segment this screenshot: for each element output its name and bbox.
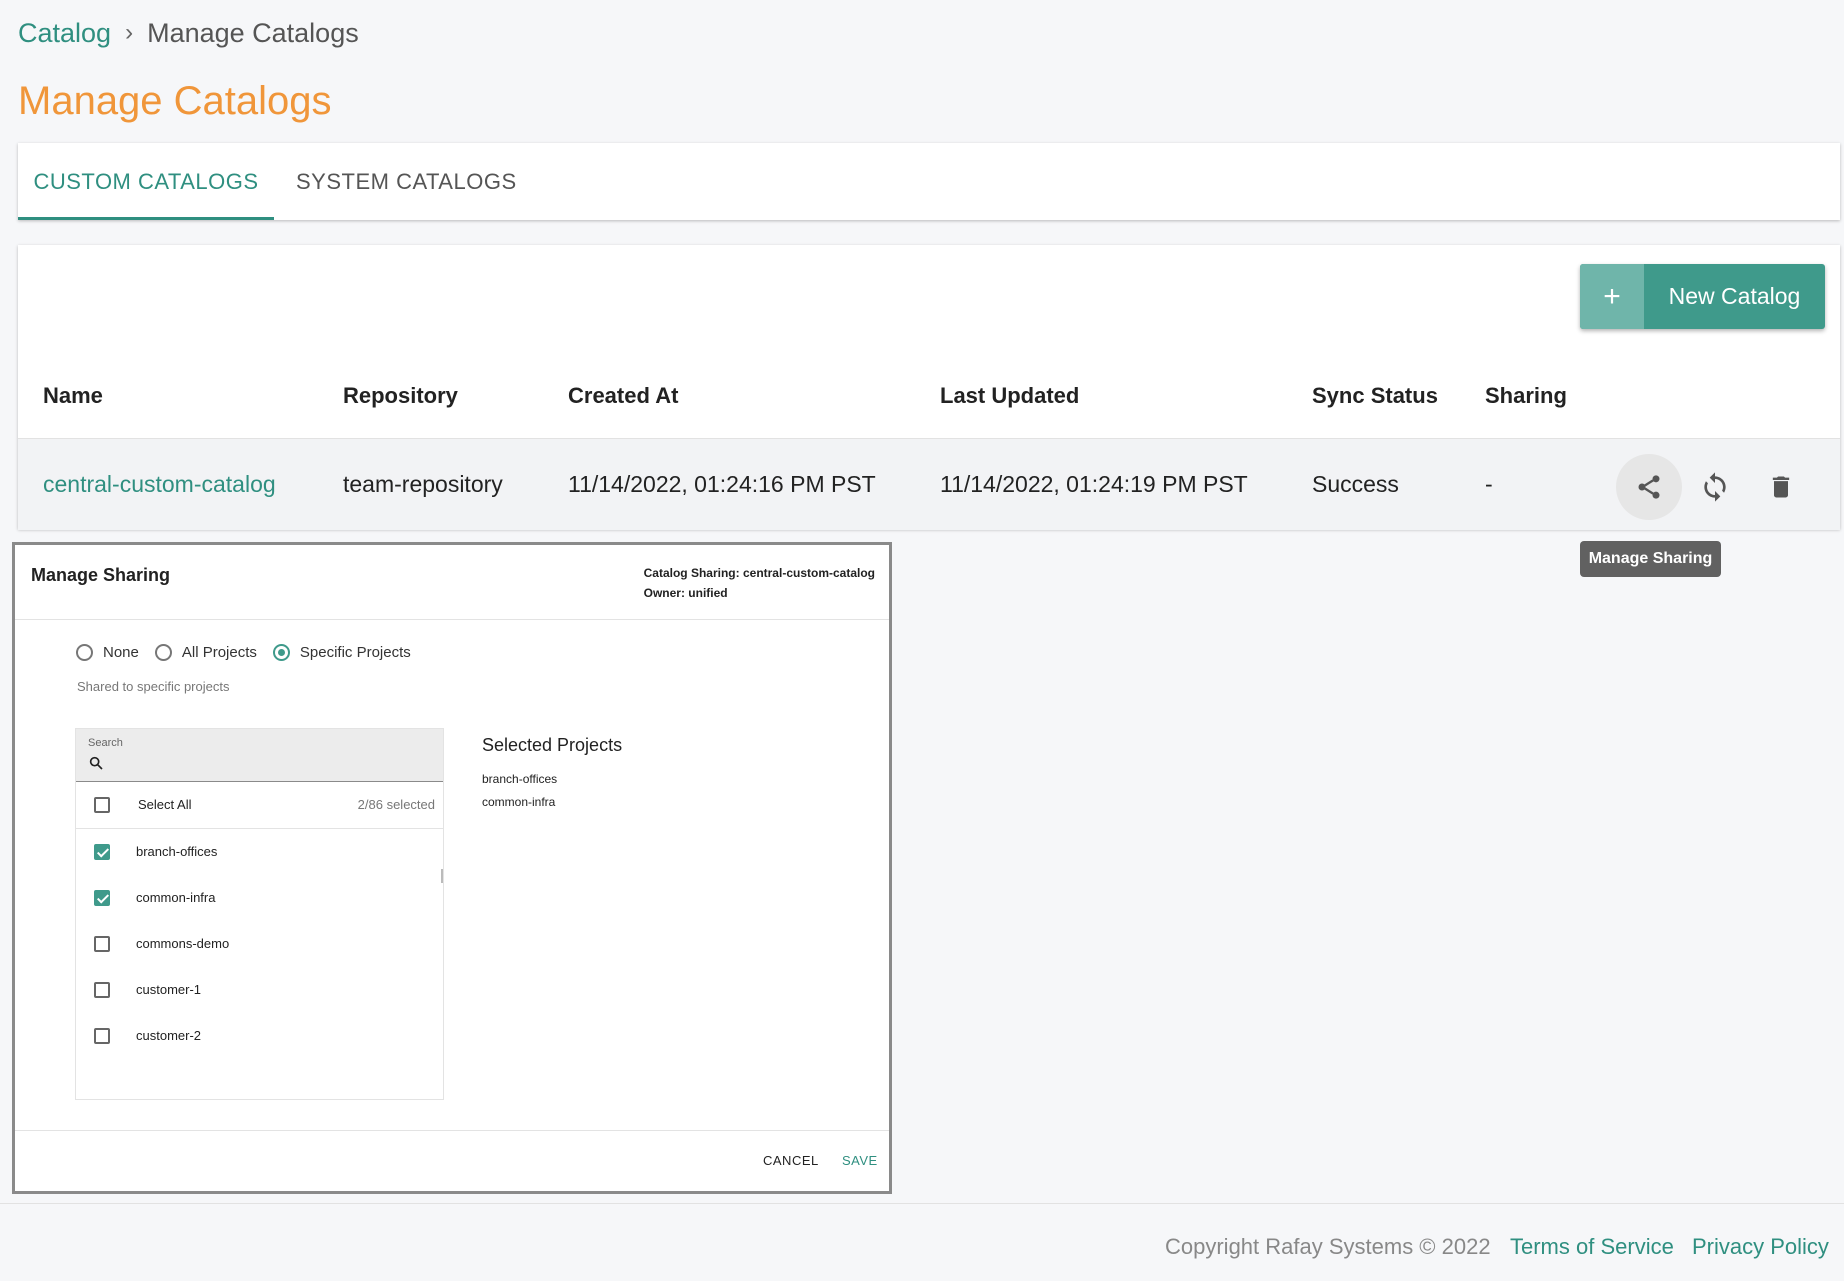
new-catalog-button[interactable]: + New Catalog [1580,264,1825,329]
tabs-bar: CUSTOM CATALOGS SYSTEM CATALOGS [18,143,1840,220]
dialog-title: Manage Sharing [31,565,171,585]
project-label[interactable]: customer-2 [136,1028,201,1043]
catalogs-table-card: + New Catalog Name Repository Created At… [18,245,1840,530]
page-footer: Copyright Rafay Systems © 2022 Terms of … [0,1203,1844,1281]
trash-icon [1772,476,1790,498]
catalog-name-link[interactable]: central-custom-catalog [43,468,276,500]
dialog-meta: Catalog Sharing: central-custom-catalog … [644,563,875,603]
column-header-sync-status[interactable]: Sync Status [1312,380,1438,412]
last-updated-cell: 11/14/2022, 01:24:19 PM PST [940,471,1248,497]
project-checkbox[interactable] [94,1028,110,1044]
radio-all-projects-label[interactable]: All Projects [182,644,257,661]
select-all-row[interactable]: Select All 2/86 selected [76,782,443,829]
selected-project-item: branch-offices [482,772,558,786]
breadcrumb-separator: › [125,19,134,46]
sync-icon [1704,472,1726,502]
owner-label: Owner: unified [643,586,728,600]
tab-custom-catalogs[interactable]: CUSTOM CATALOGS [18,143,274,220]
privacy-link[interactable]: Privacy Policy [1692,1234,1829,1260]
sharing-hint: Shared to specific projects [77,679,230,694]
new-catalog-label: New Catalog [1668,283,1801,309]
catalog-sharing-label: Catalog Sharing: central-custom-catalog [643,566,875,580]
radio-none-label[interactable]: None [103,644,139,661]
sharing-options: None All Projects Specific Projects [76,644,427,661]
copyright-text: Copyright Rafay Systems © 2022 [1165,1234,1491,1259]
breadcrumb-catalog-link[interactable]: Catalog [18,18,111,49]
sharing-cell: - [1485,471,1493,497]
selected-projects-title: Selected Projects [482,735,623,755]
column-header-last-updated[interactable]: Last Updated [940,380,1079,412]
scrollbar[interactable] [441,869,443,883]
terms-link[interactable]: Terms of Service [1510,1234,1674,1260]
dialog-header: Manage Sharing Catalog Sharing: central-… [15,545,889,620]
save-button[interactable]: SAVE [842,1153,878,1168]
table-row: central-custom-catalog team-repository 1… [18,438,1840,530]
page-title: Manage Catalogs [18,79,332,123]
search-label: Search [88,737,123,749]
share-button[interactable] [1616,454,1682,520]
plus-icon: + [1580,264,1644,329]
manage-sharing-tooltip: Manage Sharing [1580,541,1721,577]
project-picker: Search Select All 2/86 selected branch-o… [75,728,444,1100]
sync-button[interactable] [1682,454,1748,520]
radio-specific-projects-label[interactable]: Specific Projects [300,644,411,661]
column-header-created-at[interactable]: Created At [568,380,678,412]
delete-button[interactable] [1748,454,1814,520]
repository-cell: team-repository [343,471,503,497]
selected-count: 2/86 selected [357,797,435,812]
cancel-button[interactable]: CANCEL [763,1153,819,1168]
search-icon [89,756,103,770]
select-all-checkbox[interactable] [94,797,110,813]
share-icon [1638,475,1660,499]
select-all-label[interactable]: Select All [138,797,191,812]
column-header-sharing[interactable]: Sharing [1485,380,1567,412]
breadcrumb-current: Manage Catalogs [147,17,359,48]
column-header-repository[interactable]: Repository [343,380,458,412]
breadcrumb: Catalog › Manage Catalogs [18,14,359,52]
project-checkbox[interactable] [94,936,110,952]
radio-all-projects[interactable] [154,644,172,661]
radio-none[interactable] [76,644,93,661]
dialog-footer: CANCEL SAVE [15,1130,889,1191]
created-at-cell: 11/14/2022, 01:24:16 PM PST [568,471,876,497]
search-input[interactable]: Search [76,729,443,782]
project-label[interactable]: commons-demo [136,936,229,951]
project-checkbox[interactable] [94,890,110,906]
project-checkbox[interactable] [94,844,110,860]
column-header-name[interactable]: Name [43,380,103,412]
project-label[interactable]: branch-offices [136,844,217,859]
manage-sharing-dialog: Manage Sharing Catalog Sharing: central-… [12,542,892,1194]
sync-status-cell: Success [1312,471,1399,497]
radio-specific-projects[interactable] [272,644,290,661]
project-label[interactable]: common-infra [136,890,215,905]
project-checkbox[interactable] [94,982,110,998]
selected-project-item: common-infra [482,795,556,809]
tab-system-catalogs[interactable]: SYSTEM CATALOGS [296,143,517,220]
project-label[interactable]: customer-1 [136,982,201,997]
